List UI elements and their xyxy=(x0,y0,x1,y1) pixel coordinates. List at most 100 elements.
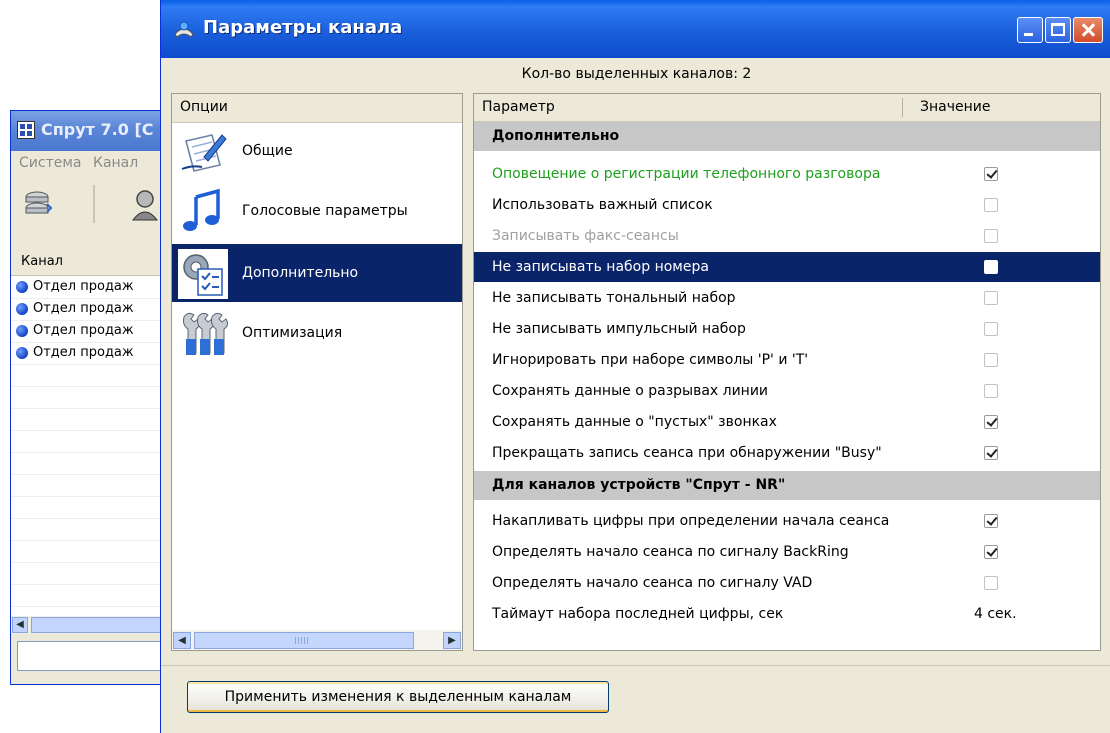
group-title: Для каналов устройств "Спрут - NR" xyxy=(492,477,786,493)
param-row[interactable]: Сохранять данные о разрывах линии xyxy=(474,376,1100,406)
channel-name: Отдел продаж xyxy=(33,323,134,338)
scroll-thumb[interactable] xyxy=(194,632,414,649)
param-label: Определять начало сеанса по сигналу VAD xyxy=(492,575,813,591)
param-checkbox[interactable] xyxy=(984,446,998,460)
param-label: Не записывать набор номера xyxy=(492,259,709,275)
param-checkbox[interactable] xyxy=(984,291,998,305)
options-hscrollbar[interactable]: ◀ ▶ xyxy=(172,630,462,650)
column-header-parameter[interactable]: Параметр xyxy=(482,99,555,115)
tools-icon xyxy=(183,312,228,355)
option-general[interactable]: Общие xyxy=(172,122,462,180)
param-label: Прекращать запись сеанса при обнаружении… xyxy=(492,445,882,461)
scroll-thumb[interactable] xyxy=(31,617,169,633)
column-header-value[interactable]: Значение xyxy=(920,99,990,115)
option-additional[interactable]: Дополнительно xyxy=(172,244,462,302)
param-row[interactable]: Таймаут набора последней цифры, сек 4 се… xyxy=(474,599,1100,629)
apply-to-selected-button[interactable]: Применить изменения к выделенным каналам xyxy=(187,681,609,713)
param-checkbox[interactable] xyxy=(984,198,998,212)
options-header[interactable]: Опции xyxy=(172,94,462,123)
devices-sync-icon[interactable] xyxy=(23,189,53,219)
music-note-icon xyxy=(183,188,220,231)
empty-row xyxy=(11,452,169,475)
option-voice[interactable]: Голосовые параметры xyxy=(172,182,462,240)
group-header-additional: Дополнительно xyxy=(474,122,1100,151)
empty-row xyxy=(11,364,169,387)
close-button[interactable] xyxy=(1073,17,1103,43)
channel-row[interactable]: Отдел продаж xyxy=(11,320,169,343)
param-checkbox[interactable] xyxy=(984,545,998,559)
grid-header: Параметр Значение xyxy=(474,94,1100,122)
user-icon[interactable] xyxy=(129,189,159,221)
param-checkbox[interactable] xyxy=(984,322,998,336)
param-row-selected[interactable]: Не записывать набор номера xyxy=(474,252,1100,282)
param-row[interactable]: Прекращать запись сеанса при обнаружении… xyxy=(474,438,1100,468)
param-label: Таймаут набора последней цифры, сек xyxy=(492,606,784,622)
param-row[interactable]: Определять начало сеанса по сигналу VAD xyxy=(474,568,1100,598)
options-panel: Опции Общие Голосовые параметры Дополнит… xyxy=(171,93,463,651)
status-dot-icon xyxy=(16,325,28,337)
menu-channel[interactable]: Канал xyxy=(93,155,138,171)
option-optimization[interactable]: Оптимизация xyxy=(172,304,462,362)
scroll-left-icon[interactable]: ◀ xyxy=(12,617,28,633)
param-checkbox[interactable] xyxy=(984,415,998,429)
grip-icon xyxy=(295,637,309,644)
group-title: Дополнительно xyxy=(492,128,620,144)
channel-list: Отдел продаж Отдел продаж Отдел продаж О… xyxy=(11,276,169,616)
notepad-pen-icon xyxy=(181,134,227,172)
param-checkbox[interactable] xyxy=(984,229,998,243)
channel-name: Отдел продаж xyxy=(33,345,134,360)
param-row[interactable]: Накапливать цифры при определении начала… xyxy=(474,506,1100,536)
param-label: Определять начало сеанса по сигналу Back… xyxy=(492,544,849,560)
option-label: Голосовые параметры xyxy=(242,203,408,219)
channel-list-header[interactable]: Канал xyxy=(11,249,169,276)
empty-row xyxy=(11,430,169,453)
dialog-titlebar[interactable]: Параметры канала xyxy=(161,0,1110,58)
param-checkbox[interactable] xyxy=(984,167,998,181)
param-label: Записывать факс-сеансы xyxy=(492,228,679,244)
param-checkbox[interactable] xyxy=(984,576,998,590)
status-dot-icon xyxy=(16,303,28,315)
selected-channels-count: Кол-во выделенных каналов: 2 xyxy=(521,66,752,82)
param-row[interactable]: Использовать важный список xyxy=(474,190,1100,220)
channel-row[interactable]: Отдел продаж xyxy=(11,298,169,321)
param-row[interactable]: Игнорировать при наборе символы 'P' и 'T… xyxy=(474,345,1100,375)
param-checkbox[interactable] xyxy=(984,353,998,367)
maximize-button[interactable] xyxy=(1045,17,1071,43)
minimize-button[interactable] xyxy=(1017,17,1043,43)
param-checkbox[interactable] xyxy=(984,514,998,528)
param-label: Сохранять данные о "пустых" звонках xyxy=(492,414,777,430)
footer-divider xyxy=(161,665,1110,666)
param-label: Не записывать тональный набор xyxy=(492,290,736,306)
param-row[interactable]: Определять начало сеанса по сигналу Back… xyxy=(474,537,1100,567)
empty-row xyxy=(11,474,169,497)
param-row[interactable]: Не записывать импульсный набор xyxy=(474,314,1100,344)
param-row[interactable]: Не записывать тональный набор xyxy=(474,283,1100,313)
param-row[interactable]: Записывать факс-сеансы xyxy=(474,221,1100,251)
scroll-left-icon[interactable]: ◀ xyxy=(173,632,191,649)
empty-row xyxy=(11,386,169,409)
background-window[interactable]: Спрут 7.0 [С Система Канал Канал Отдел п… xyxy=(10,110,170,685)
param-row[interactable]: Сохранять данные о "пустых" звонках xyxy=(474,407,1100,437)
channel-parameters-dialog[interactable]: Параметры канала Кол-во выделенных канал… xyxy=(160,0,1110,733)
column-divider[interactable] xyxy=(902,98,903,117)
empty-row xyxy=(11,408,169,431)
parameters-grid: Параметр Значение Дополнительно Оповещен… xyxy=(473,93,1101,651)
param-row[interactable]: Оповещение о регистрации телефонного раз… xyxy=(474,159,1100,189)
channel-row[interactable]: Отдел продаж xyxy=(11,342,169,365)
background-window-titlebar[interactable]: Спрут 7.0 [С xyxy=(11,111,169,151)
param-checkbox[interactable] xyxy=(984,260,998,274)
empty-row xyxy=(11,518,169,541)
status-dot-icon xyxy=(16,347,28,359)
empty-row xyxy=(11,562,169,585)
channel-row[interactable]: Отдел продаж xyxy=(11,276,169,299)
scroll-right-icon[interactable]: ▶ xyxy=(443,632,461,649)
param-value[interactable]: 4 сек. xyxy=(974,599,1017,622)
menu-system[interactable]: Система xyxy=(19,155,81,171)
background-status-field xyxy=(17,641,169,671)
param-checkbox[interactable] xyxy=(984,384,998,398)
settings-checklist-icon xyxy=(178,249,228,299)
group-header-nr-devices: Для каналов устройств "Спрут - NR" xyxy=(474,471,1100,500)
channel-settings-icon xyxy=(174,21,194,38)
background-menubar: Система Канал xyxy=(11,151,169,175)
background-hscrollbar[interactable]: ◀ xyxy=(11,616,169,634)
